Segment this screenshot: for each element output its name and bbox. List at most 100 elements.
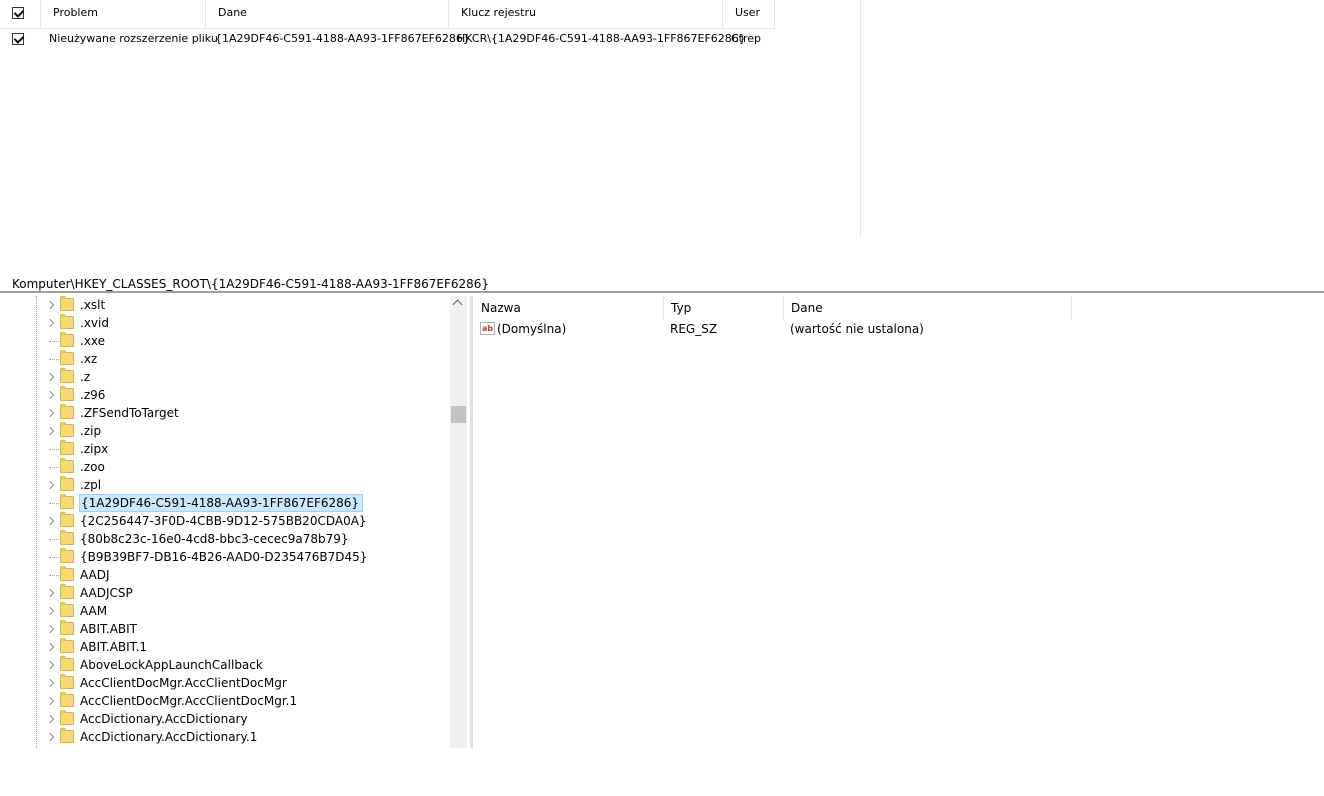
value-name: (Domyślna) bbox=[497, 322, 567, 336]
issues-list: Problem Dane Klucz rejestru User Nieużyw… bbox=[0, 0, 861, 238]
tree-node-label: .z96 bbox=[80, 388, 106, 402]
tree-connector-line bbox=[49, 539, 59, 540]
tree-node[interactable]: ABIT.ABIT.1 bbox=[0, 638, 450, 656]
folder-icon bbox=[60, 620, 74, 635]
chevron-right-icon[interactable] bbox=[46, 426, 56, 436]
tree-node-label: {B9B39BF7-DB16-4B26-AAD0-D235476B7D45} bbox=[80, 550, 368, 564]
chevron-right-icon[interactable] bbox=[46, 516, 56, 526]
tree-node[interactable]: .xslt bbox=[0, 296, 450, 314]
tree-node-label: {80b8c23c-16e0-4cd8-bbc3-cecec9a78b79} bbox=[80, 532, 349, 546]
tree-node-label: .zpl bbox=[80, 478, 102, 492]
tree-node[interactable]: .zipx bbox=[0, 440, 450, 458]
tree-node[interactable]: AboveLockAppLaunchCallback bbox=[0, 656, 450, 674]
tree-connector-line bbox=[49, 503, 59, 504]
folder-icon bbox=[60, 710, 74, 725]
tree-node[interactable]: .zip bbox=[0, 422, 450, 440]
panel-splitter[interactable] bbox=[470, 296, 473, 748]
chevron-right-icon[interactable] bbox=[46, 714, 56, 724]
tree-node[interactable]: AccClientDocMgr.AccClientDocMgr.1 bbox=[0, 692, 450, 710]
folder-icon bbox=[60, 386, 74, 401]
folder-icon bbox=[60, 584, 74, 599]
tree-node[interactable]: .zoo bbox=[0, 458, 450, 476]
tree-node-label: .zip bbox=[80, 424, 102, 438]
tree-node[interactable]: .xvid bbox=[0, 314, 450, 332]
folder-icon bbox=[60, 728, 74, 743]
scrollbar-thumb[interactable] bbox=[451, 406, 466, 423]
column-header-registry-key[interactable]: Klucz rejestru bbox=[449, 0, 723, 28]
chevron-right-icon[interactable] bbox=[46, 642, 56, 652]
string-value-icon: ab bbox=[480, 322, 495, 335]
scroll-up-arrow-icon[interactable] bbox=[452, 299, 463, 310]
chevron-right-icon[interactable] bbox=[46, 318, 56, 328]
folder-icon bbox=[60, 656, 74, 671]
tree-node-label: AccDictionary.AccDictionary.1 bbox=[80, 730, 258, 744]
tree-node-label: .ZFSendToTarget bbox=[80, 406, 179, 420]
column-header-problem[interactable]: Problem bbox=[41, 0, 206, 28]
value-data: (wartość nie ustalona) bbox=[790, 322, 924, 336]
tree-node[interactable]: AAM bbox=[0, 602, 450, 620]
tree-connector-line bbox=[49, 557, 59, 558]
tree-node-label: .z bbox=[80, 370, 91, 384]
tree-node-label: AADJCSP bbox=[80, 586, 133, 600]
folder-icon bbox=[60, 350, 74, 365]
folder-icon bbox=[60, 566, 74, 581]
folder-icon bbox=[60, 494, 74, 509]
value-row[interactable]: ab (Domyślna) REG_SZ (wartość nie ustalo… bbox=[474, 320, 1074, 338]
tree-node[interactable]: AADJCSP bbox=[0, 584, 450, 602]
address-bar[interactable]: Komputer\HKEY_CLASSES_ROOT\{1A29DF46-C59… bbox=[0, 275, 1324, 293]
tree-scrollbar[interactable] bbox=[450, 296, 467, 748]
folder-icon bbox=[60, 368, 74, 383]
tree-node[interactable]: .z bbox=[0, 368, 450, 386]
chevron-right-icon[interactable] bbox=[46, 606, 56, 616]
tree-node[interactable]: .z96 bbox=[0, 386, 450, 404]
chevron-right-icon[interactable] bbox=[46, 588, 56, 598]
tree-node[interactable]: .ZFSendToTarget bbox=[0, 404, 450, 422]
chevron-right-icon[interactable] bbox=[46, 480, 56, 490]
tree-node[interactable]: AccDictionary.AccDictionary.1 bbox=[0, 728, 450, 746]
folder-icon bbox=[60, 692, 74, 707]
chevron-right-icon[interactable] bbox=[46, 732, 56, 742]
folder-icon bbox=[60, 440, 74, 455]
tree-node[interactable]: AccDictionary.AccDictionary bbox=[0, 710, 450, 728]
column-header-data[interactable]: Dane bbox=[206, 0, 449, 28]
tree-node-label: AAM bbox=[80, 604, 108, 618]
tree-node[interactable]: .zpl bbox=[0, 476, 450, 494]
select-all-checkbox[interactable] bbox=[12, 7, 24, 19]
folder-icon bbox=[60, 548, 74, 563]
tree-node-label: AADJ bbox=[80, 568, 110, 582]
tree-node[interactable]: .xz bbox=[0, 350, 450, 368]
tree-node-label: AccClientDocMgr.AccClientDocMgr.1 bbox=[80, 694, 298, 708]
registry-tree[interactable]: .xslt .xvid .xxe .xz .z .z96 .ZFSendToTarget .z… bbox=[0, 296, 467, 748]
tree-node-label: {1A29DF46-C591-4188-AA93-1FF867EF6286} bbox=[79, 494, 364, 512]
tree-node[interactable]: {2C256447-3F0D-4CBB-9D12-575BB20CDA0A} bbox=[0, 512, 450, 530]
issue-checkbox[interactable] bbox=[12, 33, 24, 45]
values-list[interactable]: Nazwa Typ Dane ab (Domyślna) REG_SZ (war… bbox=[474, 296, 1324, 748]
tree-connector-line bbox=[49, 449, 59, 450]
folder-icon bbox=[60, 296, 74, 311]
tree-node[interactable]: AccClientDocMgr.AccClientDocMgr bbox=[0, 674, 450, 692]
chevron-right-icon[interactable] bbox=[46, 390, 56, 400]
tree-node-label: AccDictionary.AccDictionary bbox=[80, 712, 248, 726]
chevron-right-icon[interactable] bbox=[46, 624, 56, 634]
chevron-right-icon[interactable] bbox=[46, 660, 56, 670]
tree-node[interactable]: ABIT.ABIT bbox=[0, 620, 450, 638]
select-all-column[interactable] bbox=[0, 0, 41, 28]
issue-data: {1A29DF46-C591-4188-AA93-1FF867EF6286} bbox=[215, 32, 470, 45]
folder-icon bbox=[60, 602, 74, 617]
issues-header: Problem Dane Klucz rejestru User bbox=[0, 0, 775, 29]
issue-row[interactable]: Nieużywane rozszerzenie pliku {1A29DF46-… bbox=[0, 29, 775, 49]
chevron-right-icon[interactable] bbox=[46, 408, 56, 418]
tree-node[interactable]: {1A29DF46-C591-4188-AA93-1FF867EF6286} bbox=[0, 494, 450, 512]
tree-node[interactable]: {B9B39BF7-DB16-4B26-AAD0-D235476B7D45} bbox=[0, 548, 450, 566]
chevron-right-icon[interactable] bbox=[46, 678, 56, 688]
column-header-type[interactable]: Typ bbox=[664, 296, 784, 320]
column-header-name[interactable]: Nazwa bbox=[474, 296, 664, 320]
chevron-right-icon[interactable] bbox=[46, 696, 56, 706]
chevron-right-icon[interactable] bbox=[46, 300, 56, 310]
column-header-user[interactable]: User bbox=[723, 0, 775, 28]
tree-node[interactable]: .xxe bbox=[0, 332, 450, 350]
chevron-right-icon[interactable] bbox=[46, 372, 56, 382]
tree-node[interactable]: {80b8c23c-16e0-4cd8-bbc3-cecec9a78b79} bbox=[0, 530, 450, 548]
tree-node[interactable]: AADJ bbox=[0, 566, 450, 584]
column-header-value-data[interactable]: Dane bbox=[784, 296, 1072, 320]
